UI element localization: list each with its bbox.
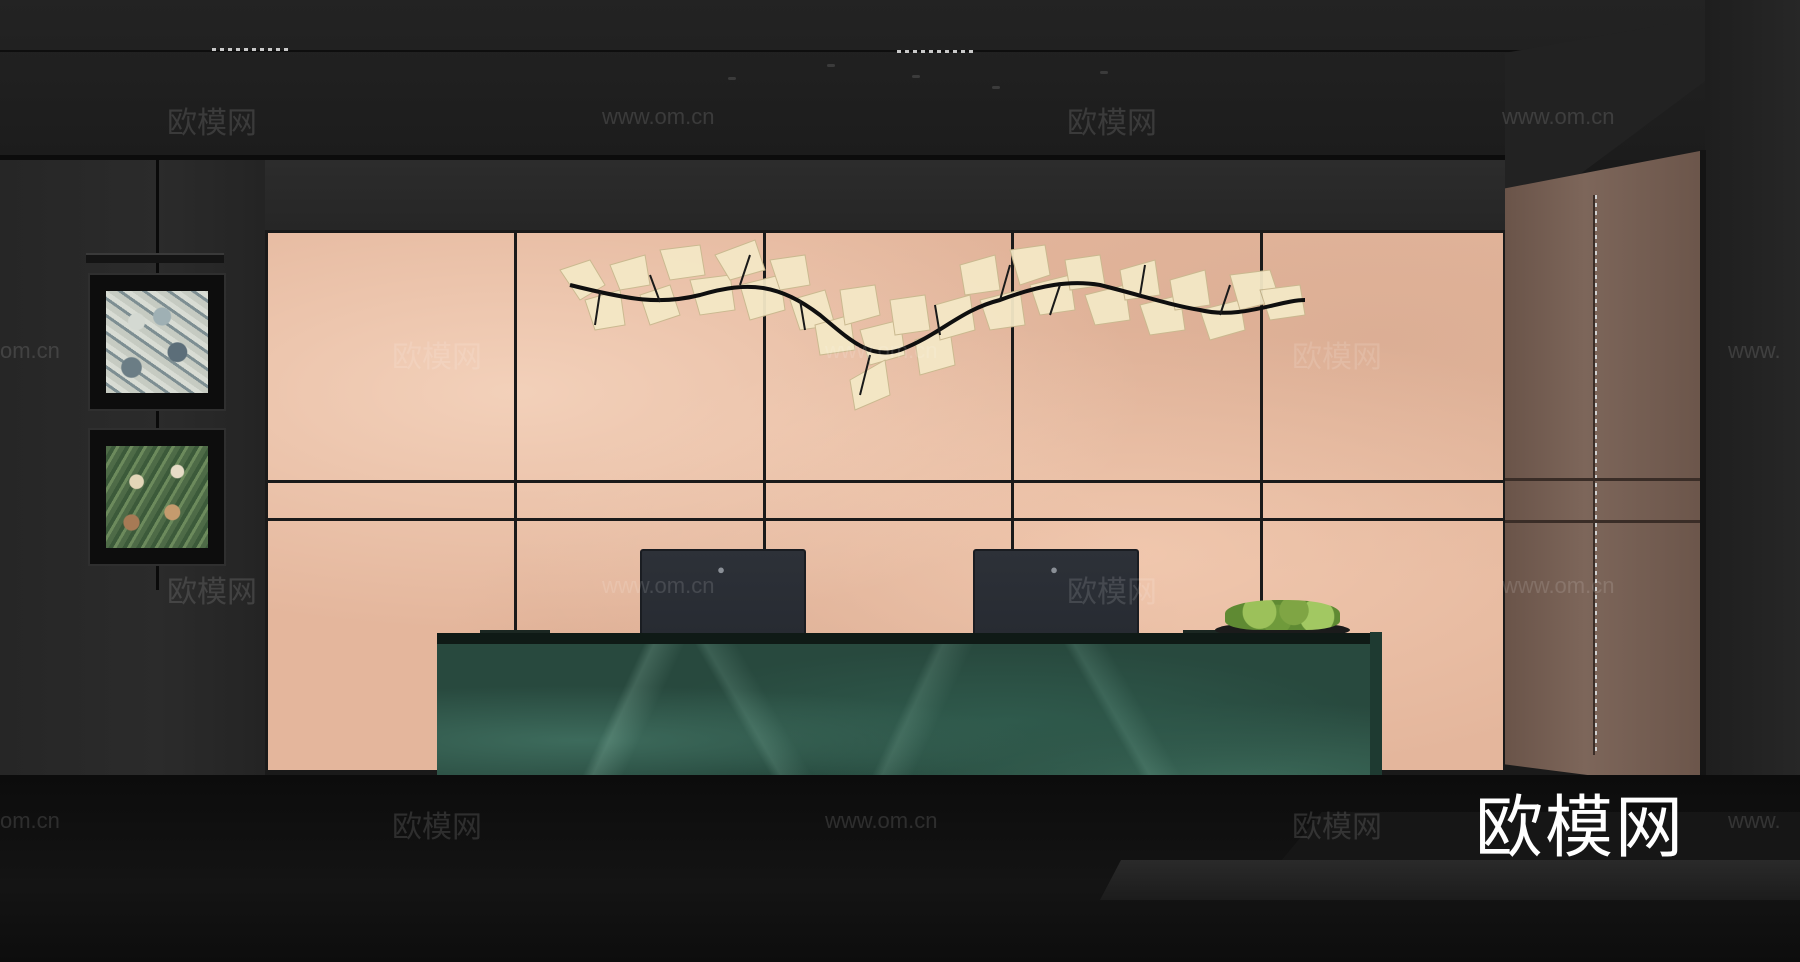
ceiling-light-strip <box>212 48 292 51</box>
wall-grid-line <box>265 518 1505 521</box>
watermark-zh: 欧模网 <box>167 107 257 140</box>
watermark-url: www.om.cn <box>1502 573 1615 598</box>
side-wall-dashed-line <box>1595 195 1597 755</box>
moss-plant <box>1225 600 1340 630</box>
watermark-url: www.om.cn <box>1502 104 1615 129</box>
reception-render: ● ● 欧模网 www.om.cn 欧模网 www.om.cn om.cn 欧模… <box>0 0 1800 962</box>
side-wall-joint <box>1505 520 1705 523</box>
artwork-pattern <box>106 446 208 548</box>
watermark-zh: 欧模网 <box>392 811 482 844</box>
downlight <box>912 75 920 78</box>
side-wall-joint <box>1505 478 1705 481</box>
wall-header-band <box>265 160 1505 232</box>
watermark-url-left-partial: www. <box>1728 808 1781 833</box>
watermark-zh: 欧模网 <box>1067 576 1157 609</box>
glass-leaves <box>559 239 1306 411</box>
wall-grid-line <box>265 230 268 770</box>
downlight <box>728 77 736 80</box>
watermark-zh: 欧模网 <box>1067 107 1157 140</box>
watermark-zh: 欧模网 <box>1292 341 1382 374</box>
ceiling-light-strip <box>897 50 977 53</box>
watermark-url-partial: om.cn <box>0 338 60 363</box>
apple-logo-icon: ● <box>1050 562 1058 577</box>
watermark-zh: 欧模网 <box>1292 811 1382 844</box>
downlight <box>1100 71 1108 74</box>
watermark-url-partial: om.cn <box>0 808 60 833</box>
watermark-url: www.om.cn <box>602 104 715 129</box>
watermark-zh: 欧模网 <box>392 341 482 374</box>
wall-corner <box>1700 150 1706 790</box>
watermark-zh: 欧模网 <box>167 576 257 609</box>
apple-logo-icon: ● <box>717 562 725 577</box>
wall-grid-line <box>265 480 1505 483</box>
downlight <box>992 86 1000 89</box>
artwork-pattern <box>106 291 208 393</box>
hanging-bar <box>86 253 224 263</box>
watermark-url: www.om.cn <box>825 808 938 833</box>
downlight <box>827 64 835 67</box>
watermark-url: www.om.cn <box>825 338 938 363</box>
side-wall-joint <box>1593 195 1595 755</box>
floor-step-edge <box>1100 860 1800 900</box>
framed-artwork-bottom <box>88 428 226 566</box>
brand-logo: 欧模网 <box>1475 789 1686 868</box>
side-wall-wood-panels <box>1505 150 1705 790</box>
watermark-url: www.om.cn <box>602 573 715 598</box>
watermark-url-left-partial: www. <box>1728 338 1781 363</box>
framed-artwork-top <box>88 273 226 411</box>
